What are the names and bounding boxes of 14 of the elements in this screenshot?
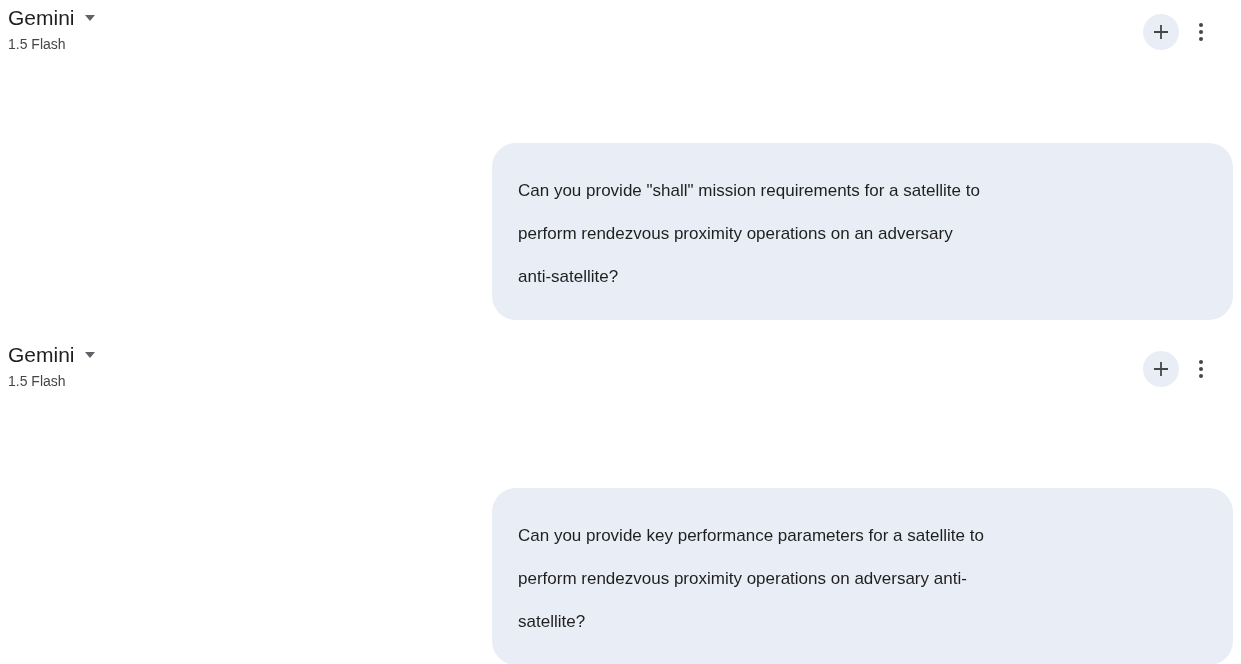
model-version: 1.5 Flash: [8, 35, 67, 54]
new-chat-button[interactable]: [1143, 14, 1179, 50]
new-chat-button[interactable]: [1143, 351, 1179, 387]
plus-icon: [1153, 361, 1169, 377]
prompt-text: Can you provide key performance parameters for a satellite to perform rendezvous proximity operations on adversary anti- satellite?: [518, 525, 985, 633]
caret-icon[interactable]: [84, 15, 95, 21]
prompt-text: Can you provide "shall" mission requirements for a satellite to perform rendezvous proximity operations on an adversary anti-satellite?: [518, 180, 981, 288]
more-icon[interactable]: [1199, 23, 1203, 41]
model-version: 1.5 Flash: [8, 372, 67, 391]
model-name: Gemini: [8, 5, 75, 31]
caret-icon[interactable]: [84, 352, 95, 358]
plus-icon: [1153, 24, 1169, 40]
more-icon[interactable]: [1199, 360, 1203, 378]
model-name: Gemini: [8, 342, 75, 368]
